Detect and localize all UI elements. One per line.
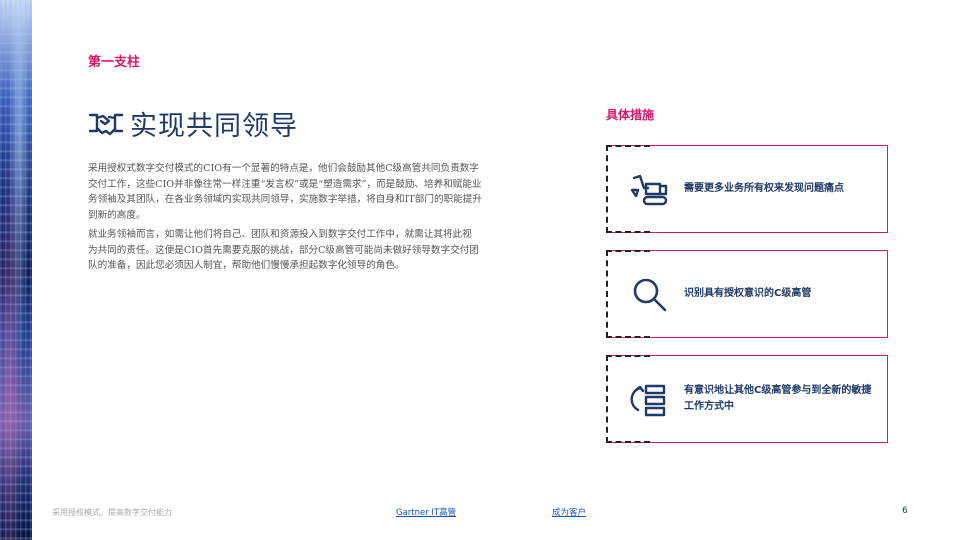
page-heading: 实现共同领导	[88, 104, 298, 143]
body-paragraph-2: 就业务领袖而言，如需让他们将自己、团队和资源投入到数字交付工作中，就需让其将此视…	[88, 229, 479, 271]
measure-card-3: 有意识地让其他C级高管参与到全新的敏捷工作方式中	[606, 355, 888, 443]
measure-text-3: 有意识地让其他C级高管参与到全新的敏捷工作方式中	[684, 385, 872, 412]
footer-link-become-client[interactable]: 成为客户	[552, 506, 586, 518]
section-label: 第一支柱	[88, 55, 141, 70]
measure-text-2: 识别具有授权意识的C级高管	[684, 288, 812, 299]
measure-text-1: 需要更多业务所有权来发现问题痛点	[684, 183, 844, 194]
page-title: 实现共同领导	[130, 111, 298, 142]
body-paragraph-1: 采用授权式数字交付模式的CIO有一个显著的特点是，他们会鼓励其他C级高管共同负责…	[88, 163, 482, 221]
decorative-side-strip	[0, 0, 32, 540]
footer-link-gartner-it[interactable]: Gartner IT高管	[396, 506, 456, 518]
magnifier-icon	[633, 278, 667, 312]
handshake-icon	[88, 113, 124, 135]
page-number: 6	[902, 506, 908, 516]
excavator-icon	[630, 174, 668, 206]
measures-label: 具体措施	[606, 108, 655, 122]
measure-card-1: 需要更多业务所有权来发现问题痛点	[606, 145, 888, 233]
footer-caption: 采用授权模式，提高数字交付能力	[52, 508, 172, 517]
cycle-list-icon	[630, 384, 666, 417]
measure-card-2: 识别具有授权意识的C级高管	[606, 250, 888, 338]
